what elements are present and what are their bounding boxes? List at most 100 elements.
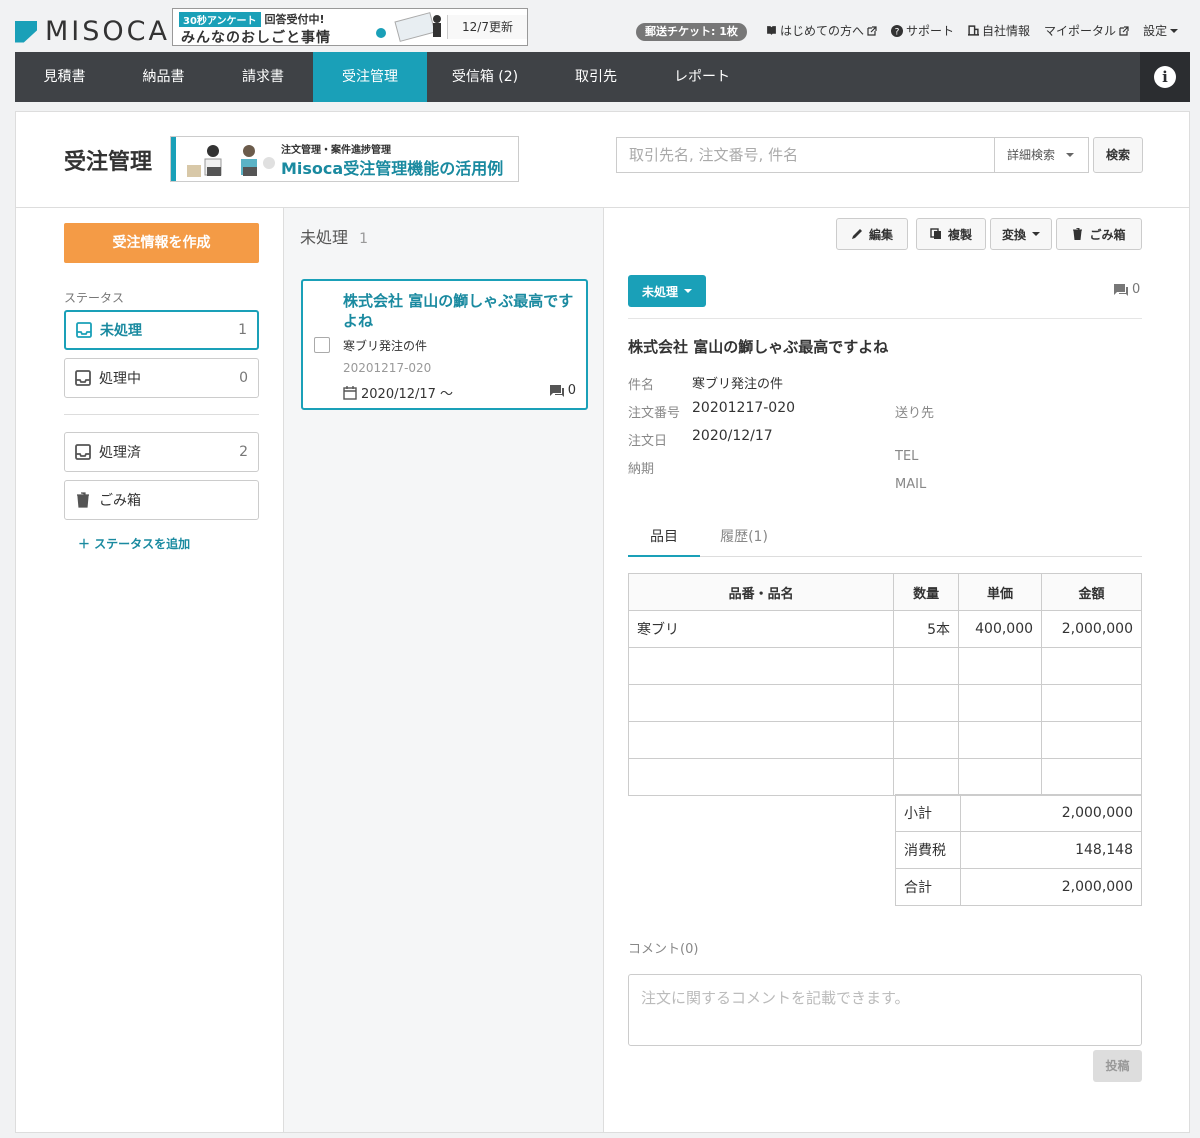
comment-textarea[interactable]: 注文に関するコメントを記載できます。 xyxy=(628,974,1142,1046)
detail-comments-count[interactable]: 0 xyxy=(1114,282,1140,297)
order-no-label: 注文番号 xyxy=(628,406,681,421)
status-item-processed[interactable]: 処理済 2 xyxy=(64,432,259,472)
nav-delivery-notes[interactable]: 納品書 xyxy=(114,52,213,102)
inbox-icon xyxy=(76,322,92,338)
due-label: 納期 xyxy=(628,462,655,477)
banner-updated: 12/7更新 xyxy=(447,15,527,39)
col-item-name: 品番・品名 xyxy=(627,573,895,611)
comment-label: コメント(0) xyxy=(628,942,699,957)
feature-banner[interactable]: 注文管理・案件進捗管理 Misoca受注管理機能の活用例 xyxy=(170,136,519,182)
status-item-trash[interactable]: ごみ箱 xyxy=(64,480,259,520)
trash-icon xyxy=(1073,228,1083,240)
card-company: 株式会社 富山の鰤しゃぶ最高ですよね xyxy=(343,292,574,330)
caret-down-icon xyxy=(1066,153,1074,157)
search-button[interactable]: 検索 xyxy=(1093,137,1143,173)
nav-inbox[interactable]: 受信箱 (2) xyxy=(427,52,543,102)
table-row xyxy=(627,684,1142,722)
info-button[interactable]: i xyxy=(1140,52,1190,102)
caret-down-icon xyxy=(1032,232,1040,236)
info-icon: i xyxy=(1154,66,1176,88)
col-unit-price: 単価 xyxy=(958,573,1043,611)
mail-label: MAIL xyxy=(895,477,927,492)
tab-items[interactable]: 品目 xyxy=(628,521,700,557)
table-row: 寒ブリ 5本 400,000 2,000,000 xyxy=(627,610,1142,648)
comment-icon xyxy=(1114,283,1128,296)
survey-banner[interactable]: 30秒アンケート 回答受付中! みんなのおしごと事情 12/7更新 xyxy=(172,8,528,46)
beginner-link[interactable]: はじめての方へ xyxy=(766,22,877,39)
nav-estimates[interactable]: 見積書 xyxy=(15,52,114,102)
building-icon xyxy=(968,25,980,36)
destination-label: 送り先 xyxy=(895,406,935,421)
detail-company: 株式会社 富山の鰤しゃぶ最高ですよね xyxy=(628,338,889,356)
tel-label: TEL xyxy=(895,449,919,464)
settings-menu[interactable]: 設定 xyxy=(1143,22,1179,39)
post-comment-button[interactable]: 投稿 xyxy=(1093,1050,1142,1082)
edit-button[interactable]: 編集 xyxy=(836,218,908,250)
status-item-unprocessed[interactable]: 未処理 1 xyxy=(64,310,259,350)
help-circle-icon: ? xyxy=(891,24,904,37)
card-date: 2020/12/17 〜 xyxy=(343,383,453,402)
search-input[interactable]: 取引先名, 注文番号, 件名 xyxy=(616,137,994,173)
logo-mark-icon xyxy=(15,20,37,43)
card-checkbox[interactable] xyxy=(314,337,330,353)
convert-dropdown[interactable]: 変換 xyxy=(990,218,1052,250)
list-count: 1 xyxy=(359,231,369,247)
order-no-value: 20201217-020 xyxy=(692,400,796,416)
inbox-icon xyxy=(75,444,91,460)
create-order-button[interactable]: 受注情報を作成 xyxy=(64,223,259,263)
caret-down-icon xyxy=(684,289,692,293)
logo-text: MISOCA xyxy=(45,16,170,47)
company-info-link[interactable]: 自社情報 xyxy=(968,22,1030,39)
total-row: 合計 2,000,000 xyxy=(895,868,1143,906)
col-quantity: 数量 xyxy=(893,573,960,611)
copy-icon xyxy=(930,228,941,239)
items-table: 品番・品名 数量 単価 金額 寒ブリ 5本 400,000 2,000,000 xyxy=(627,573,1142,796)
subject-value: 寒ブリ発注の件 xyxy=(692,377,784,392)
status-item-in-progress[interactable]: 処理中 0 xyxy=(64,358,259,398)
trash-button[interactable]: ごみ箱 xyxy=(1056,218,1142,250)
order-date-value: 2020/12/17 xyxy=(692,428,773,444)
nav-invoices[interactable]: 請求書 xyxy=(213,52,313,102)
comment-icon xyxy=(549,384,564,397)
caret-down-icon xyxy=(1170,28,1179,33)
external-link-icon xyxy=(867,25,877,36)
add-status-link[interactable]: ＋ ステータスを追加 xyxy=(78,535,190,552)
svg-text:?: ? xyxy=(895,27,900,37)
calendar-icon xyxy=(343,385,357,400)
status-dropdown[interactable]: 未処理 xyxy=(628,275,706,307)
my-portal-link[interactable]: マイポータル xyxy=(1044,22,1129,39)
subject-label: 件名 xyxy=(628,378,655,393)
status-heading: ステータス xyxy=(64,291,125,305)
inbox-icon xyxy=(75,370,91,386)
banner-tag: 30秒アンケート xyxy=(179,11,261,27)
table-row xyxy=(627,758,1142,796)
order-card[interactable]: 株式会社 富山の鰤しゃぶ最高ですよね 寒ブリ発注の件 20201217-020 … xyxy=(301,279,588,410)
nav-order-management[interactable]: 受注管理 xyxy=(313,52,427,102)
card-order-number: 20201217-020 xyxy=(343,361,432,375)
banner-tagline: 回答受付中! xyxy=(264,13,325,26)
card-subject: 寒ブリ発注の件 xyxy=(343,339,428,353)
support-link[interactable]: ? サポート xyxy=(891,22,954,39)
misoca-logo[interactable]: MISOCA xyxy=(15,16,170,47)
trash-icon xyxy=(77,492,89,508)
postal-ticket-badge[interactable]: 郵送チケット: 1枚 xyxy=(636,23,747,41)
list-heading: 未処理 1 xyxy=(300,228,369,247)
feature-banner-sub: 注文管理・案件進捗管理 xyxy=(281,145,391,156)
col-amount: 金額 xyxy=(1041,573,1142,611)
top-links: はじめての方へ ? サポート 自社情報 マイポータル 設定 xyxy=(766,22,1179,39)
banner-main: みんなのおしごと事情 xyxy=(181,30,331,46)
copy-button[interactable]: 複製 xyxy=(916,218,986,250)
main-panel: 受注管理 注文管理・案件進捗管理 Misoca受注管理機能の活用例 取引先名, … xyxy=(15,111,1190,1133)
nav-clients[interactable]: 取引先 xyxy=(543,52,649,102)
summary-table: 小計 2,000,000 消費税 148,148 合計 2,000,000 xyxy=(895,794,1143,906)
tax-row: 消費税 148,148 xyxy=(895,831,1143,869)
card-comments: 0 xyxy=(549,383,576,398)
order-date-label: 注文日 xyxy=(628,434,668,449)
page-title: 受注管理 xyxy=(64,150,153,175)
nav-reports[interactable]: レポート xyxy=(649,52,755,102)
subtotal-row: 小計 2,000,000 xyxy=(895,794,1143,832)
book-icon xyxy=(767,26,776,35)
tab-history[interactable]: 履歴(1) xyxy=(712,521,776,557)
advanced-search-dropdown[interactable]: 詳細検索 xyxy=(994,137,1089,173)
main-nav: 見積書 納品書 請求書 受注管理 受信箱 (2) 取引先 レポート i xyxy=(15,52,1190,102)
